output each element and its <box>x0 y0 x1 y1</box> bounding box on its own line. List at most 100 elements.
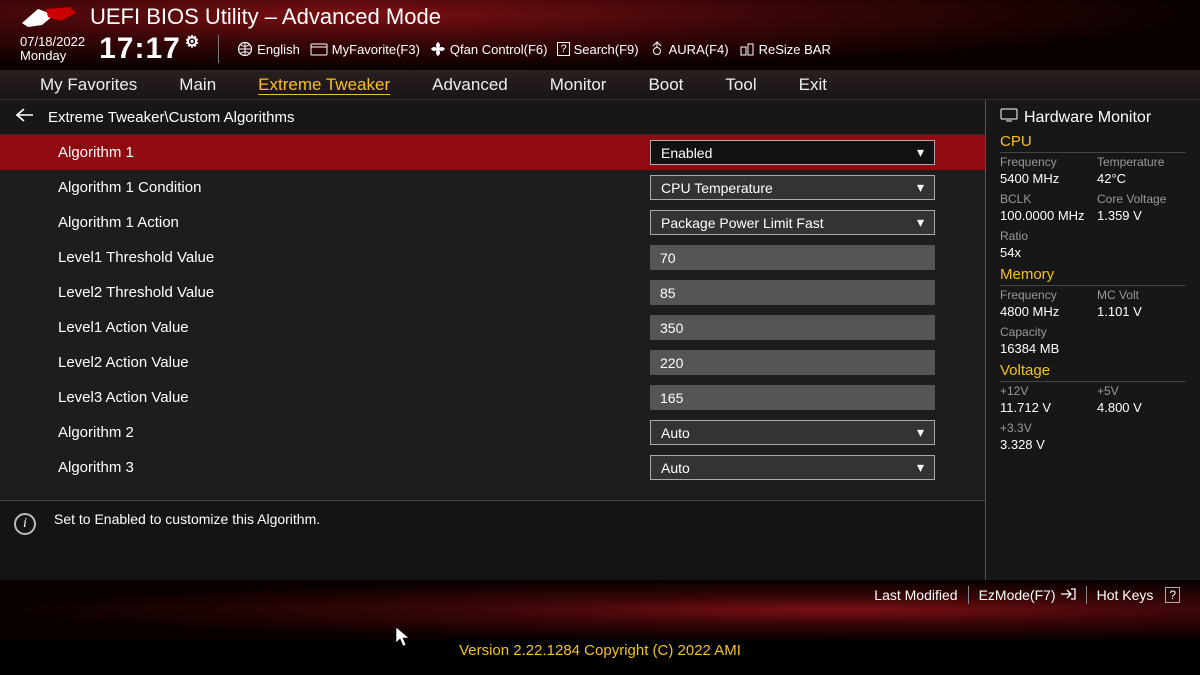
date: 07/18/2022 <box>20 35 85 49</box>
hw-label: +5V <box>1097 384 1186 398</box>
setting-input[interactable] <box>650 245 935 270</box>
setting-row[interactable]: Algorithm 2 Auto ▾ <box>0 415 985 450</box>
setting-select[interactable]: Auto ▾ <box>650 455 935 480</box>
hw-value: 16384 MB <box>1000 341 1089 356</box>
hw-value: 1.359 V <box>1097 208 1186 223</box>
setting-label: Algorithm 1 Action <box>58 214 650 231</box>
select-value: Auto <box>661 460 690 476</box>
setting-label: Algorithm 2 <box>58 424 650 441</box>
cursor-icon <box>395 626 411 648</box>
setting-row[interactable]: Level1 Action Value <box>0 310 985 345</box>
tab-exit[interactable]: Exit <box>799 75 827 95</box>
main-tabs: My Favorites Main Extreme Tweaker Advanc… <box>0 70 1200 100</box>
rog-logo-icon <box>20 5 78 29</box>
setting-label: Level1 Action Value <box>58 319 650 336</box>
setting-row[interactable]: Algorithm 1 ConditionCPU Temperature▾ <box>0 170 985 205</box>
hw-value: 4.800 V <box>1097 400 1186 415</box>
qfan-button[interactable]: Qfan Control(F6) <box>430 41 548 57</box>
setting-row[interactable]: Level2 Action Value <box>0 345 985 380</box>
language-button[interactable]: English <box>237 41 300 57</box>
search-icon: ? <box>557 42 569 56</box>
setting-input[interactable] <box>650 385 935 410</box>
tab-tool[interactable]: Tool <box>725 75 756 95</box>
info-icon: i <box>14 513 36 535</box>
tab-main[interactable]: Main <box>179 75 216 95</box>
version-bar: Version 2.22.1284 Copyright (C) 2022 AMI <box>0 640 1200 675</box>
setting-label: Level1 Threshold Value <box>58 249 650 266</box>
hw-label: Frequency <box>1000 288 1089 302</box>
setting-select[interactable]: CPU Temperature ▾ <box>650 175 935 200</box>
exit-icon <box>1060 587 1076 604</box>
hw-title: Hardware Monitor <box>1024 109 1151 127</box>
last-modified-button[interactable]: Last Modified <box>874 587 957 603</box>
chevron-down-icon: ▾ <box>917 459 924 476</box>
hw-value: 42°C <box>1097 171 1186 186</box>
clock: 17:17⚙ <box>99 32 200 66</box>
ezmode-button[interactable]: EzMode(F7) <box>979 587 1076 604</box>
help-panel: i Set to Enabled to customize this Algor… <box>0 500 985 580</box>
hw-value: 11.712 V <box>1000 400 1089 415</box>
hw-label: Frequency <box>1000 155 1089 169</box>
setting-row[interactable]: Algorithm 1Enabled▾ <box>0 135 985 170</box>
setting-input[interactable] <box>650 350 935 375</box>
hw-value: 100.0000 MHz <box>1000 208 1089 223</box>
setting-select[interactable]: Auto ▾ <box>650 420 935 445</box>
bios-title: UEFI BIOS Utility – Advanced Mode <box>90 4 441 30</box>
setting-row[interactable]: Level1 Threshold Value <box>0 240 985 275</box>
hw-value: 4800 MHz <box>1000 304 1089 319</box>
hw-label: +3.3V <box>1000 421 1089 435</box>
myfavorite-button[interactable]: MyFavorite(F3) <box>310 42 420 57</box>
chevron-down-icon: ▾ <box>917 144 924 161</box>
tab-boot[interactable]: Boot <box>648 75 683 95</box>
setting-select[interactable]: Package Power Limit Fast ▾ <box>650 210 935 235</box>
aura-icon <box>649 41 665 57</box>
setting-label: Algorithm 3 <box>58 459 650 476</box>
search-button[interactable]: ? Search(F9) <box>557 42 638 57</box>
hw-value: 1.101 V <box>1097 304 1186 319</box>
hardware-monitor-panel: Hardware Monitor CPU Frequency Temperatu… <box>986 100 1200 580</box>
aura-button[interactable]: AURA(F4) <box>649 41 729 57</box>
setting-input[interactable] <box>650 315 935 340</box>
select-value: Auto <box>661 425 690 441</box>
hw-cpu-heading: CPU <box>1000 133 1186 153</box>
select-value: CPU Temperature <box>661 180 773 196</box>
monitor-icon <box>1000 108 1018 127</box>
select-value: Enabled <box>661 145 712 161</box>
hw-value: 5400 MHz <box>1000 171 1089 186</box>
chevron-down-icon: ▾ <box>917 424 924 441</box>
setting-row[interactable]: Algorithm 3 Auto ▾ <box>0 450 985 485</box>
hotkeys-button[interactable]: Hot Keys ? <box>1097 587 1180 603</box>
banner: UEFI BIOS Utility – Advanced Mode 07/18/… <box>0 0 1200 70</box>
setting-row[interactable]: Level3 Action Value <box>0 380 985 415</box>
resizebar-button[interactable]: ReSize BAR <box>739 41 831 57</box>
chevron-down-icon: ▾ <box>917 179 924 196</box>
setting-select[interactable]: Enabled ▾ <box>650 140 935 165</box>
hw-label: BCLK <box>1000 192 1089 206</box>
tab-advanced[interactable]: Advanced <box>432 75 508 95</box>
hw-label: Ratio <box>1000 229 1089 243</box>
tab-extremetweaker[interactable]: Extreme Tweaker <box>258 75 390 95</box>
separator <box>218 35 219 63</box>
back-arrow-icon[interactable] <box>16 108 34 126</box>
tab-myfavorites[interactable]: My Favorites <box>40 75 137 95</box>
resize-icon <box>739 41 755 57</box>
tab-monitor[interactable]: Monitor <box>550 75 607 95</box>
favorite-icon <box>310 42 328 56</box>
date-block: 07/18/2022 Monday <box>20 35 85 64</box>
setting-input[interactable] <box>650 280 935 305</box>
setting-label: Level2 Action Value <box>58 354 650 371</box>
breadcrumb-text: Extreme Tweaker\Custom Algorithms <box>48 109 294 126</box>
hw-value: 54x <box>1000 245 1089 260</box>
chevron-down-icon: ▾ <box>917 214 924 231</box>
setting-label: Level3 Action Value <box>58 389 650 406</box>
hw-label: Capacity <box>1000 325 1089 339</box>
setting-row[interactable]: Level2 Threshold Value <box>0 275 985 310</box>
question-icon: ? <box>1165 587 1180 603</box>
hw-label: +12V <box>1000 384 1089 398</box>
gear-icon[interactable]: ⚙ <box>185 34 200 51</box>
hw-label: Temperature <box>1097 155 1186 169</box>
select-value: Package Power Limit Fast <box>661 215 824 231</box>
globe-icon <box>237 41 253 57</box>
fan-icon <box>430 41 446 57</box>
setting-row[interactable]: Algorithm 1 ActionPackage Power Limit Fa… <box>0 205 985 240</box>
